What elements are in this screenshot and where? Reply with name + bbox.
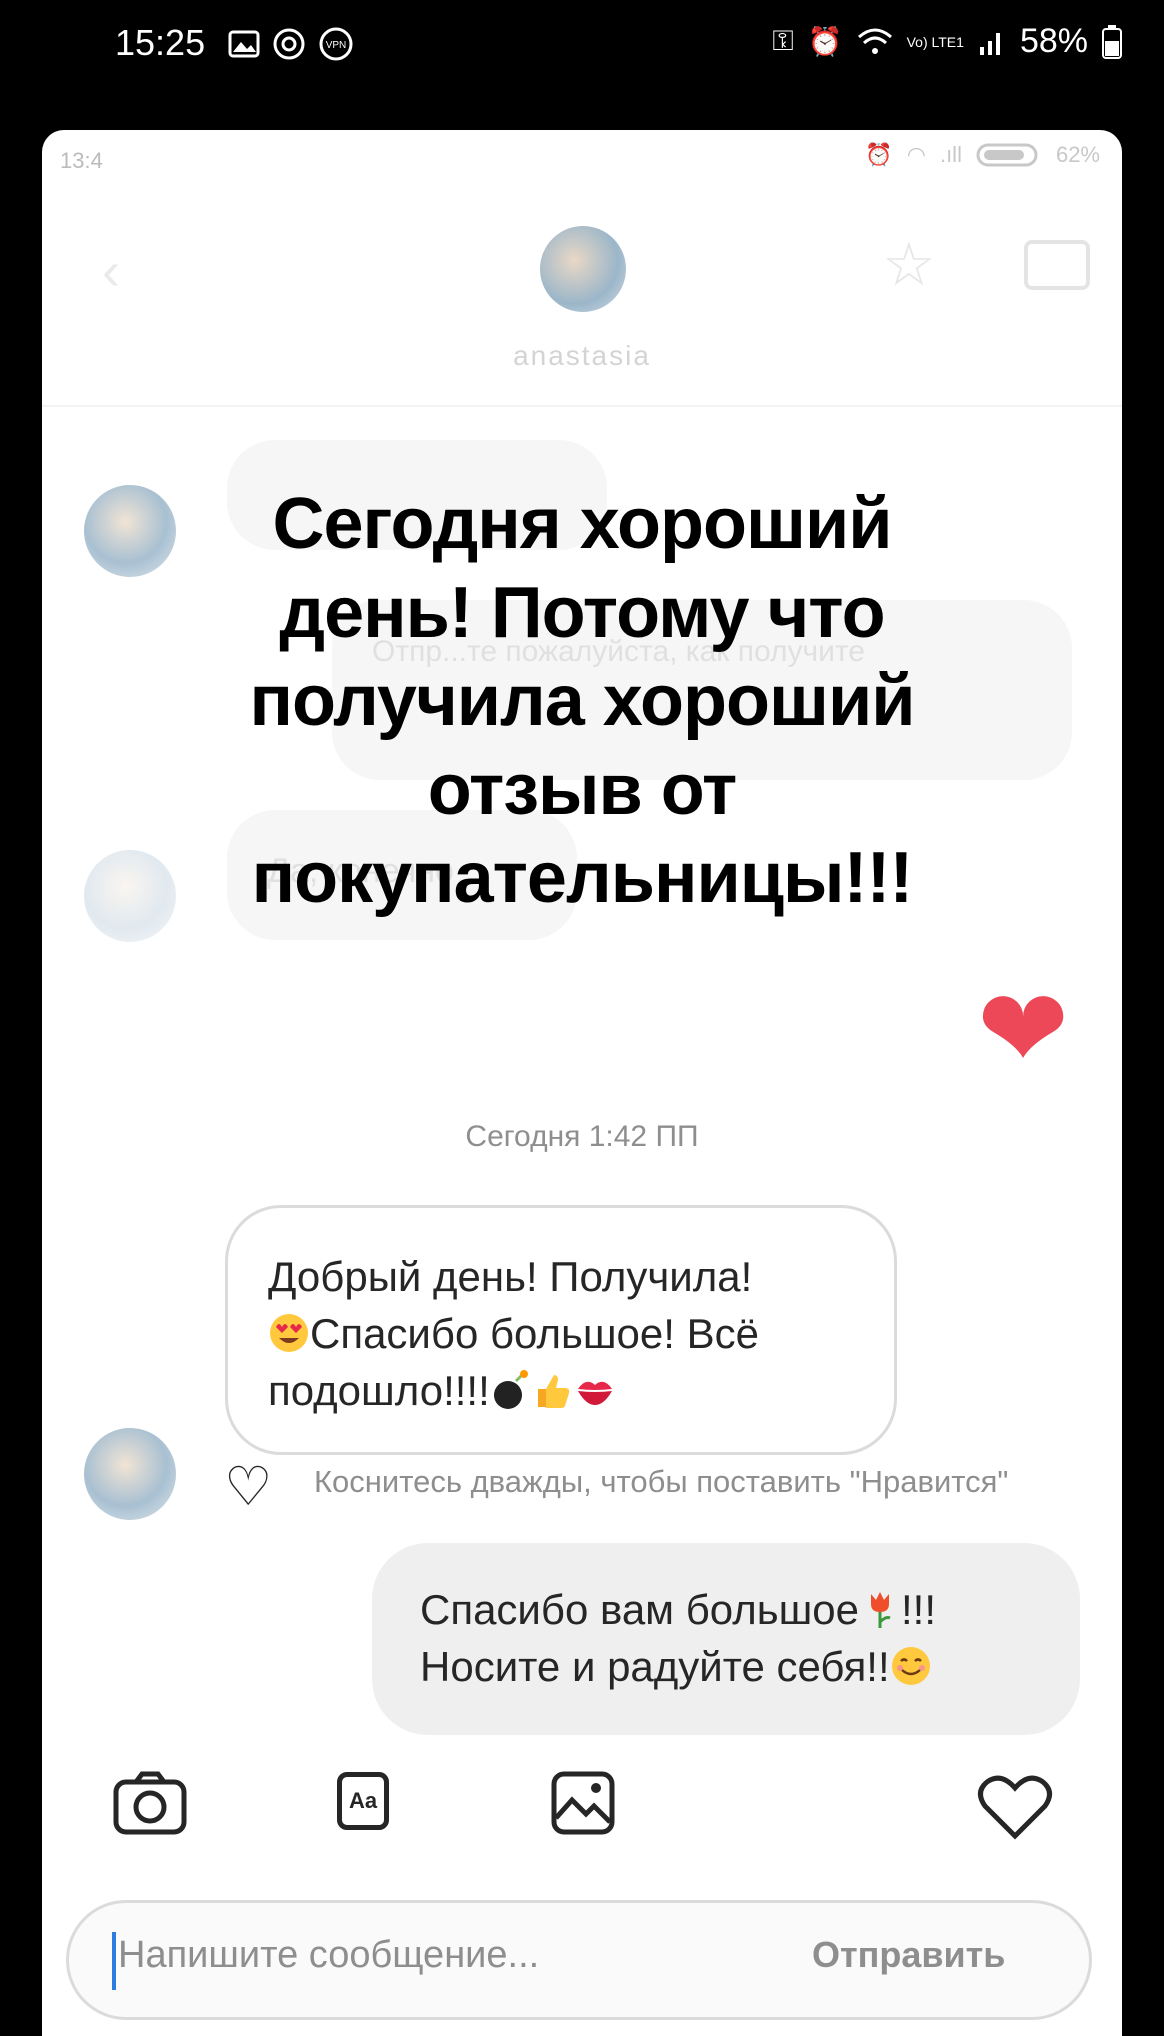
double-tap-hint: Коснитесь дважды, чтобы поставить "Нрави… [314, 1464, 1009, 1499]
header-username[interactable]: anastasia [392, 340, 772, 372]
thumbs-up-emoji-icon [537, 1375, 569, 1409]
camera-icon[interactable] [112, 1770, 188, 1836]
faded-avatar-1 [84, 485, 176, 577]
outgoing-message[interactable]: Спасибо вам большое!!! Носите и радуйте … [372, 1543, 1080, 1735]
star-icon[interactable]: ☆ [882, 230, 936, 300]
header-divider [42, 405, 1122, 407]
alarm-icon: ⏰ [807, 26, 843, 57]
gallery-picker-icon[interactable] [550, 1770, 616, 1836]
inner-alarm-icon: ⏰ [865, 142, 893, 167]
inner-signal-icon: .ıll [939, 142, 962, 167]
inner-battery-icon [976, 143, 1038, 167]
back-arrow-icon[interactable]: ‹ [102, 240, 120, 302]
bomb-emoji-icon [493, 1370, 528, 1410]
date-separator: Сегодня 1:42 ПП [465, 1120, 699, 1153]
kiss-mark-emoji-icon [577, 1382, 612, 1406]
message-placeholder: Напишите сообщение... [118, 1934, 540, 1976]
battery-percent: 58% [1019, 22, 1088, 60]
smiling-emoji-icon [891, 1647, 930, 1686]
signal-icon [979, 32, 1000, 55]
status-left-icons: VPN [228, 26, 354, 62]
faded-avatar-2 [84, 850, 176, 942]
incoming-line-2: Спасибо большое! Всё [268, 1305, 854, 1362]
svg-text:VPN: VPN [326, 40, 347, 51]
inner-status-right: ⏰ ◠ .ıll 62% [865, 142, 1100, 168]
text-style-button[interactable]: Aa [337, 1772, 389, 1830]
inner-battery-percent: 62% [1055, 142, 1100, 167]
vpn-icon: VPN [319, 27, 353, 61]
composer-toolbar: Aa [42, 1770, 1122, 1890]
status-right: ⚿ ⏰ Vo) LTE1 58% [772, 22, 1122, 61]
at-icon [273, 28, 305, 60]
status-time: 15:25 [115, 22, 206, 63]
text-caret [112, 1932, 116, 1990]
sender-avatar[interactable] [84, 1428, 176, 1520]
video-call-icon[interactable] [1024, 240, 1090, 290]
heart-reaction-icon: ❤ [977, 968, 1070, 1091]
incoming-line-3: подошло!!!! [268, 1362, 854, 1419]
inner-status-time: 13:4 [60, 148, 103, 173]
key-icon: ⚿ [772, 25, 794, 56]
lte-indicator: Vo) LTE1 [906, 33, 964, 50]
incoming-line-1: Добрый день! Получила! [268, 1253, 753, 1300]
incoming-message[interactable]: Добрый день! Получила! Спасибо большое! … [225, 1205, 897, 1455]
like-heart-icon[interactable]: ♡ [224, 1455, 272, 1518]
tulip-emoji-icon [871, 1592, 891, 1628]
gallery-icon [228, 30, 260, 58]
header-avatar[interactable] [540, 226, 626, 312]
overlay-caption: Сегодня хороший день! Потому что получил… [249, 484, 915, 919]
outgoing-line-1: Спасибо вам большое!!! [420, 1586, 937, 1633]
heart-eyes-emoji-icon [270, 1314, 308, 1353]
send-button[interactable]: Отправить [812, 1934, 1005, 1976]
battery-icon [1102, 24, 1122, 59]
screenshot-card: 13:4 ⏰ ◠ .ıll 62% ‹ anastasia ☆ Отпр...т… [42, 130, 1122, 2036]
outgoing-line-2: Носите и радуйте себя!! [420, 1638, 1032, 1695]
wifi-icon [857, 28, 892, 54]
inner-wifi-icon: ◠ [906, 142, 926, 167]
heart-send-icon[interactable] [977, 1774, 1053, 1840]
